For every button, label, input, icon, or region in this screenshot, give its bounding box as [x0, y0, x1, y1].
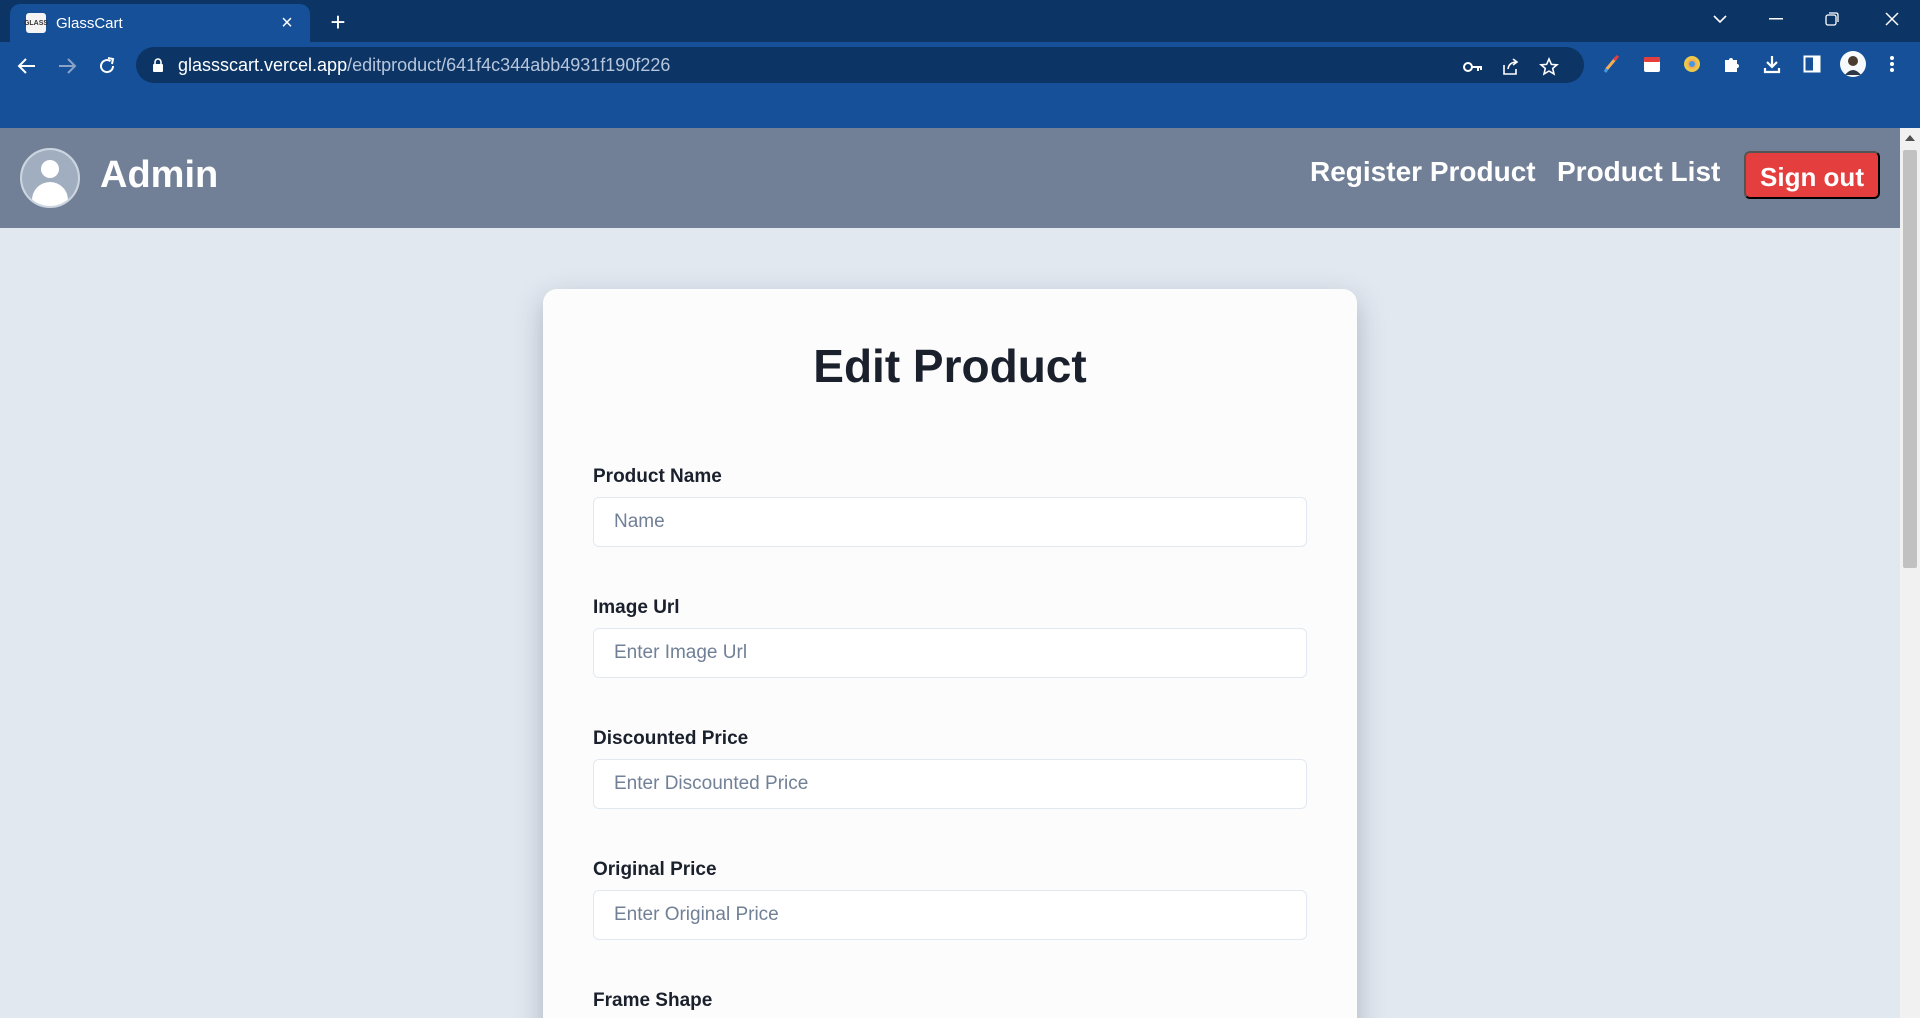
plus-icon[interactable]: +	[323, 7, 353, 37]
lock-icon[interactable]	[152, 58, 164, 72]
close-window-icon[interactable]	[1864, 0, 1920, 38]
arrow-right-icon[interactable]	[50, 49, 84, 83]
discounted-price-label: Discounted Price	[593, 728, 749, 749]
page-scrollbar[interactable]	[1900, 128, 1920, 1018]
side-panel-icon[interactable]	[1800, 52, 1824, 76]
tab-title: GlassCart	[56, 14, 123, 32]
browser-tabstrip: GLASS GlassCart × +	[0, 0, 1920, 42]
favicon-icon: GLASS	[24, 13, 48, 33]
kebab-menu-icon[interactable]	[1880, 52, 1904, 76]
original-price-label: Original Price	[593, 859, 717, 880]
page-viewport: Admin Register Product Product List Sign…	[0, 128, 1900, 1018]
bookmark-bar	[0, 88, 1920, 128]
restore-icon[interactable]	[1804, 0, 1860, 38]
product-name-input[interactable]	[593, 497, 1307, 547]
url-path: /editproduct/641f4c344abb4931f190f226	[347, 54, 671, 75]
circle-extension-icon[interactable]	[1680, 52, 1704, 76]
form-title: Edit Product	[813, 340, 1087, 392]
register-product-link[interactable]: Register Product	[1310, 156, 1536, 188]
product-name-label: Product Name	[593, 466, 722, 487]
page-title: Admin	[100, 154, 219, 196]
browser-tab-active[interactable]: GLASS GlassCart ×	[10, 4, 310, 42]
minimize-icon[interactable]	[1748, 0, 1804, 38]
chevron-down-icon[interactable]	[1692, 0, 1748, 38]
sign-out-button[interactable]: Sign out	[1744, 151, 1880, 199]
key-icon[interactable]	[1462, 56, 1484, 78]
discounted-price-input[interactable]	[593, 759, 1307, 809]
user-avatar-icon	[20, 148, 80, 208]
image-url-input[interactable]	[593, 628, 1307, 678]
reload-icon[interactable]	[90, 49, 124, 83]
scrollbar-thumb[interactable]	[1903, 150, 1917, 568]
star-icon[interactable]	[1538, 56, 1560, 78]
download-icon[interactable]	[1760, 52, 1784, 76]
close-icon[interactable]: ×	[276, 12, 298, 34]
pen-extension-icon[interactable]	[1600, 52, 1624, 76]
original-price-input[interactable]	[593, 890, 1307, 940]
calendar-extension-icon[interactable]	[1640, 52, 1664, 76]
address-bar[interactable]: glassscart.vercel.app /editproduct/641f4…	[136, 47, 1584, 83]
edit-product-card: Edit Product Product Name Image Url Disc…	[543, 289, 1357, 1018]
frame-shape-label: Frame Shape	[593, 990, 713, 1011]
share-icon[interactable]	[1500, 56, 1522, 78]
image-url-label: Image Url	[593, 597, 680, 618]
user-avatar-icon[interactable]	[1840, 51, 1866, 77]
admin-header: Admin Register Product Product List Sign…	[0, 128, 1900, 228]
puzzle-icon[interactable]	[1720, 52, 1744, 76]
product-list-link[interactable]: Product List	[1557, 156, 1720, 188]
scroll-up-arrow-icon[interactable]	[1900, 130, 1920, 146]
url-host: glassscart.vercel.app	[178, 54, 348, 75]
browser-toolbar: glassscart.vercel.app /editproduct/641f4…	[0, 42, 1920, 88]
arrow-left-icon[interactable]	[10, 49, 44, 83]
